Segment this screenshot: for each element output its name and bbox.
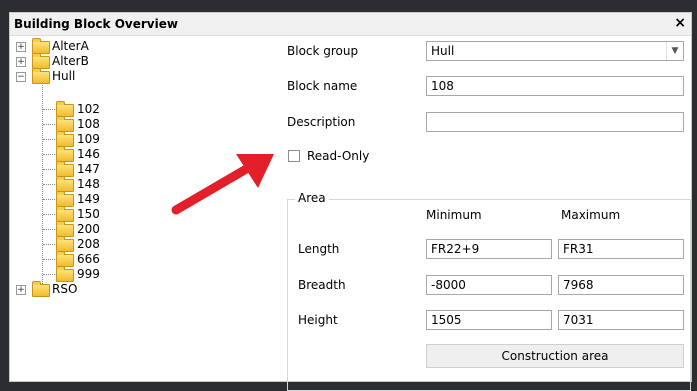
tree-connector — [43, 169, 55, 170]
window-title: Building Block Overview — [14, 17, 178, 31]
tree-connector — [42, 85, 43, 294]
tree-connector — [43, 214, 55, 215]
block-group-dropdown[interactable]: Hull ▼ — [426, 41, 684, 61]
annotation-arrow-icon — [171, 154, 274, 215]
building-block-overview-window: Building Block Overview × + AlterA + Alt… — [9, 12, 692, 391]
expand-icon[interactable]: + — [16, 42, 26, 52]
expand-icon[interactable]: + — [16, 285, 26, 295]
tree-node-label: RSO — [52, 282, 78, 296]
collapse-icon[interactable]: − — [16, 72, 26, 82]
tree-leaf-label: 200 — [77, 222, 100, 236]
description-label: Description — [287, 115, 356, 129]
block-name-label: Block name — [287, 79, 358, 93]
folder-icon — [56, 266, 74, 282]
tree-leaf-label: 149 — [77, 192, 100, 206]
tree-leaf-label: 102 — [77, 102, 100, 116]
tree-leaf-label: 146 — [77, 147, 100, 161]
folder-icon — [32, 68, 50, 84]
description-field[interactable] — [426, 112, 684, 132]
tree-node-label: AlterA — [52, 39, 89, 53]
block-name-field[interactable]: 108 — [426, 76, 684, 96]
minimum-header: Minimum — [426, 208, 482, 222]
block-group-value: Hull — [431, 44, 455, 58]
expand-icon[interactable]: + — [16, 57, 26, 67]
length-min-field[interactable]: FR22+9 — [426, 239, 552, 259]
height-max-field[interactable]: 7031 — [558, 310, 684, 330]
length-max-field[interactable]: FR31 — [558, 239, 684, 259]
tree-connector — [43, 274, 55, 275]
folder-icon — [32, 281, 50, 297]
tree-leaf-label: 148 — [77, 177, 100, 191]
tree-connector — [43, 259, 55, 260]
tree-leaf-label: 999 — [77, 267, 100, 281]
tree-node-label: Hull — [52, 69, 76, 83]
close-icon[interactable]: × — [674, 15, 686, 31]
tree-connector — [43, 229, 55, 230]
tree-connector — [43, 109, 55, 110]
breadth-label: Breadth — [298, 278, 346, 292]
block-group-label: Block group — [287, 44, 359, 58]
area-legend: Area — [295, 191, 329, 205]
chevron-down-icon[interactable]: ▼ — [666, 42, 683, 60]
tree-leaf-label: 208 — [77, 237, 100, 251]
tree-leaf-label: 147 — [77, 162, 100, 176]
tree-leaf-label: 109 — [77, 132, 100, 146]
height-label: Height — [298, 313, 338, 327]
breadth-min-field[interactable]: -8000 — [426, 275, 552, 295]
tree-connector — [43, 244, 55, 245]
tree-connector — [43, 184, 55, 185]
tree-connector — [43, 124, 55, 125]
tree-connector — [43, 154, 55, 155]
construction-area-button[interactable]: Construction area — [426, 344, 684, 368]
tree-connector — [43, 139, 55, 140]
read-only-checkbox[interactable] — [288, 150, 300, 162]
title-bar: Building Block Overview × — [10, 13, 691, 36]
read-only-label: Read-Only — [307, 149, 370, 163]
length-label: Length — [298, 242, 340, 256]
tree-leaf-label: 150 — [77, 207, 100, 221]
breadth-max-field[interactable]: 7968 — [558, 275, 684, 295]
tree-leaf-label-selected: 108 — [77, 117, 100, 131]
tree-connector — [43, 199, 55, 200]
maximum-header: Maximum — [561, 208, 621, 222]
tree-node-label: AlterB — [52, 54, 89, 68]
height-min-field[interactable]: 1505 — [426, 310, 552, 330]
tree-leaf-label: 666 — [77, 252, 100, 266]
